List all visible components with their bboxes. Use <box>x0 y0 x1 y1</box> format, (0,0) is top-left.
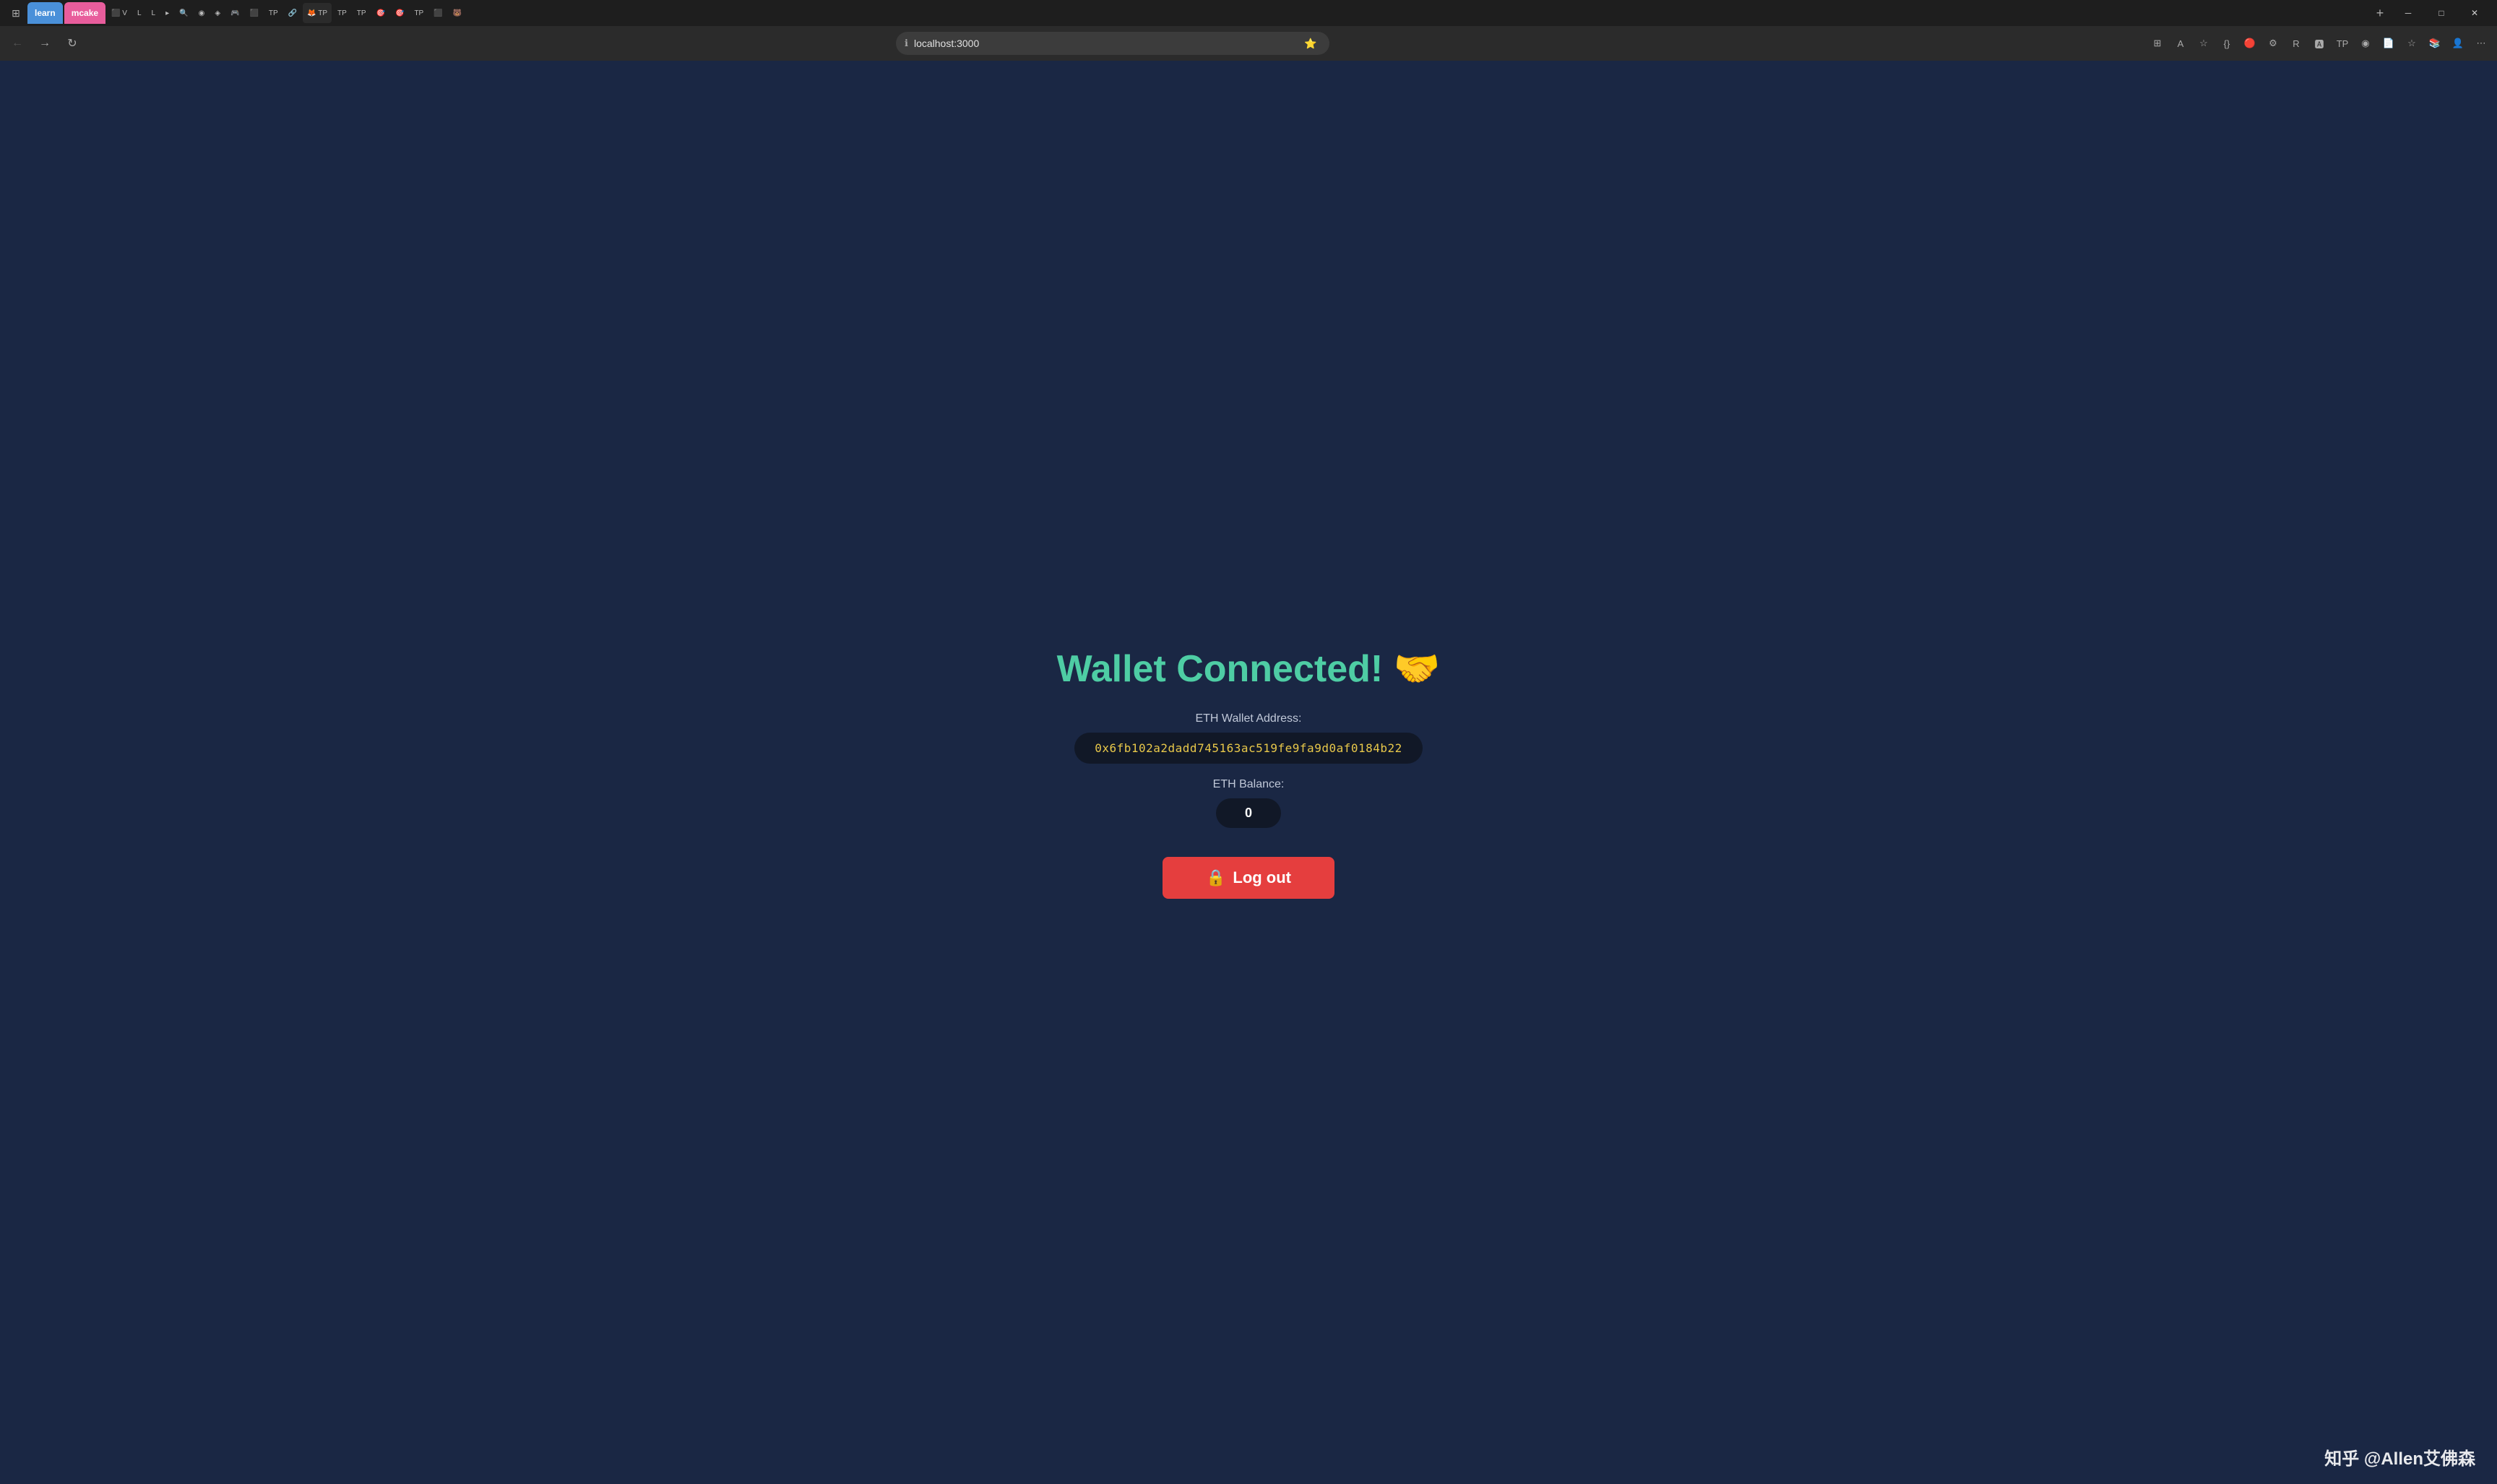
url-text: localhost:3000 <box>914 38 1295 49</box>
minimize-button[interactable]: ─ <box>2392 0 2425 26</box>
close-button[interactable]: ✕ <box>2458 0 2491 26</box>
tab-other-12[interactable]: TP <box>333 3 351 23</box>
secure-icon: ℹ <box>905 38 908 49</box>
tab-other-15[interactable]: 🎯 <box>391 3 408 23</box>
tab-other-11[interactable]: 🔗 <box>284 3 301 23</box>
balance-label: ETH Balance: <box>1213 778 1285 791</box>
tab-other-13[interactable]: TP <box>353 3 371 23</box>
window-controls: ─ □ ✕ <box>2392 0 2491 26</box>
ext-5[interactable]: ◉ <box>2355 33 2376 53</box>
ext-3[interactable]: R <box>2286 33 2306 53</box>
tab-other-1[interactable]: ⬛ V <box>107 3 131 23</box>
bookmark-icon[interactable]: ☆ <box>2194 33 2214 53</box>
ext-4[interactable]: 🅰 <box>2309 33 2329 53</box>
tab-mcake[interactable]: mcake <box>64 2 105 24</box>
wallet-address-display: 0x6fb102a2dadd745163ac519fe9fa9d0af0184b… <box>1074 733 1423 764</box>
logout-button[interactable]: 🔒 Log out <box>1163 857 1334 899</box>
bookmark-icon[interactable]: ⭐ <box>1301 33 1321 53</box>
balance-display: 0 <box>1216 798 1281 828</box>
ext-tp[interactable]: TP <box>2332 33 2352 53</box>
browser-chrome: ⊞ learn mcake ⬛ V L L ▸ 🔍 ◉ ◈ 🎮 ⬛ TP 🔗 🦊… <box>0 0 2497 61</box>
tab-active[interactable]: 🦊 TP <box>303 3 332 23</box>
tab-other-5[interactable]: 🔍 <box>175 3 192 23</box>
maximize-button[interactable]: □ <box>2425 0 2458 26</box>
new-tab-button[interactable]: + <box>2370 3 2390 23</box>
title-text: Wallet Connected! <box>1057 648 1384 690</box>
split-view-icon[interactable]: ⊞ <box>2147 33 2168 53</box>
reader-mode-icon[interactable]: 📄 <box>2379 33 2399 53</box>
tab-other-6[interactable]: ◉ <box>194 3 210 23</box>
title-emoji: 🤝 <box>1394 648 1441 690</box>
ext-1[interactable]: 🔴 <box>2240 33 2260 53</box>
logout-label: Log out <box>1233 868 1291 887</box>
tab-other-16[interactable]: TP <box>410 3 428 23</box>
tab-other-7[interactable]: ◈ <box>210 3 225 23</box>
tab-bar: ⊞ learn mcake ⬛ V L L ▸ 🔍 ◉ ◈ 🎮 ⬛ TP 🔗 🦊… <box>0 0 2497 26</box>
profile-icon[interactable]: 👤 <box>2448 33 2468 53</box>
tab-learn[interactable]: learn <box>27 2 63 24</box>
toolbar-extensions: ⊞ A ☆ {} 🔴 ⚙ R 🅰 TP ◉ 📄 ☆ 📚 👤 ⋯ <box>2147 33 2491 53</box>
favorites-icon[interactable]: ☆ <box>2402 33 2422 53</box>
page-title: Wallet Connected! 🤝 <box>1057 647 1441 691</box>
tab-other-14[interactable]: 🎯 <box>372 3 389 23</box>
more-icon[interactable]: ⋯ <box>2471 33 2491 53</box>
address-bar[interactable]: ℹ localhost:3000 ⭐ <box>896 32 1329 55</box>
reload-button[interactable]: ↻ <box>61 32 84 55</box>
main-content: Wallet Connected! 🤝 ETH Wallet Address: … <box>0 61 2497 1484</box>
forward-button[interactable]: → <box>33 32 56 55</box>
address-bar-row: ← → ↻ ℹ localhost:3000 ⭐ ⊞ A ☆ {} 🔴 ⚙ R … <box>0 26 2497 61</box>
tab-other-8[interactable]: 🎮 <box>226 3 243 23</box>
tab-other-10[interactable]: TP <box>264 3 283 23</box>
tab-mcake-label: mcake <box>72 8 98 18</box>
code-icon[interactable]: {} <box>2217 33 2237 53</box>
back-button[interactable]: ← <box>6 32 29 55</box>
tab-other-17[interactable]: ⬛ <box>429 3 447 23</box>
font-icon[interactable]: A <box>2170 33 2191 53</box>
watermark: 知乎 @Allen艾佛森 <box>2324 1444 2475 1470</box>
watermark-text: 知乎 @Allen艾佛森 <box>2324 1449 2475 1469</box>
tab-other-3[interactable]: L <box>147 3 160 23</box>
tab-other-2[interactable]: L <box>133 3 146 23</box>
collections-icon[interactable]: 📚 <box>2425 33 2445 53</box>
browser-menu-icon[interactable]: ⊞ <box>6 3 26 23</box>
tab-other-4[interactable]: ▸ <box>161 3 173 23</box>
ext-2[interactable]: ⚙ <box>2263 33 2283 53</box>
tab-other-18[interactable]: 🐻 <box>449 3 466 23</box>
logout-icon: 🔒 <box>1206 868 1225 887</box>
wallet-address-label: ETH Wallet Address: <box>1195 712 1301 725</box>
tab-learn-label: learn <box>35 8 56 18</box>
tab-other-9[interactable]: ⬛ <box>245 3 262 23</box>
